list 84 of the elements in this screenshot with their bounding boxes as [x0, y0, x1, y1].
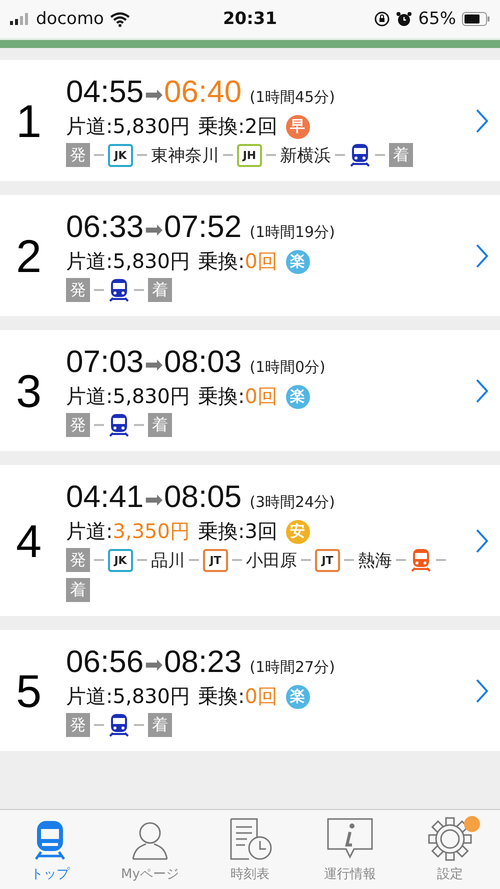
route-number: 4	[16, 514, 43, 568]
fare-amount: 5,830円	[112, 248, 190, 275]
route-card[interactable]: 1 04:55➡06:40 (1時間45分) 片道:5,830円 乗換:2回 早 発 JK 東神奈川 JH 新横浜 着	[0, 60, 500, 181]
route-badge: 楽	[286, 684, 310, 708]
route-badge: 早	[286, 114, 310, 138]
transfer-label: 乗換:	[198, 383, 245, 410]
transfer-label: 乗換:	[198, 248, 245, 275]
arrow-icon: ➡	[144, 83, 164, 108]
tab-label: トップ	[30, 866, 70, 883]
transfer-label: 乗換:	[198, 113, 245, 140]
terminal-label: 着	[148, 278, 172, 302]
route-card[interactable]: 5 06:56➡08:23 (1時間27分) 片道:5,830円 乗換:0回 楽 発 着	[0, 630, 500, 751]
transfer-label: 乗換:	[198, 683, 245, 710]
terminal-label: 発	[66, 713, 90, 737]
terminal-label: 発	[66, 548, 90, 572]
transfer-count: 0回	[244, 683, 278, 710]
transfer-count: 0回	[244, 248, 278, 275]
duration: (1時間19分)	[250, 223, 335, 242]
route-card[interactable]: 3 07:03➡08:03 (1時間0分) 片道:5,830円 乗換:0回 楽 発 着	[0, 330, 500, 451]
duration: (3時間24分)	[250, 493, 335, 512]
tab-label: 設定	[437, 866, 463, 883]
departure-time: 06:56	[66, 644, 144, 680]
fare-label: 片道:	[66, 113, 113, 140]
terminal-label: 発	[66, 413, 90, 437]
station-name: 品川	[151, 550, 185, 572]
duration: (1時間27分)	[250, 658, 335, 677]
line-badge: JT	[203, 548, 228, 572]
duration: (1時間45分)	[250, 88, 335, 107]
fare-amount: 3,350円	[112, 518, 190, 545]
departure-time: 04:41	[66, 479, 144, 515]
route-number: 2	[16, 228, 43, 282]
arrow-icon: ➡	[144, 653, 164, 678]
transfer-count: 0回	[244, 383, 278, 410]
fare-label: 片道:	[66, 518, 113, 545]
arrow-icon: ➡	[144, 218, 164, 243]
departure-time: 07:03	[66, 344, 144, 380]
carrier-name: docomo	[36, 9, 104, 29]
station-name: 新横浜	[280, 144, 331, 166]
route-card[interactable]: 4 04:41➡08:05 (3時間24分) 片道:3,350円 乗換:3回 安 発 JK 品川 JT 小田原 JT 熱海 着	[0, 465, 500, 616]
route-card[interactable]: 2 06:33➡07:52 (1時間19分) 片道:5,830円 乗換:0回 楽 発 着	[0, 195, 500, 316]
tab-label: 運行情報	[324, 866, 376, 883]
station-name: 熱海	[358, 550, 392, 572]
line-badge: JK	[108, 548, 133, 572]
arrival-time: 08:05	[164, 479, 242, 515]
station-name: 小田原	[246, 550, 297, 572]
arrival-time: 08:03	[164, 344, 242, 380]
transfer-label: 乗換:	[198, 518, 245, 545]
line-badge: JK	[108, 144, 133, 166]
terminal-label: 着	[148, 713, 172, 737]
terminal-label: 着	[389, 143, 413, 167]
arrival-time: 06:40	[164, 74, 242, 110]
route-number: 1	[16, 94, 43, 148]
route-badge: 楽	[286, 250, 310, 274]
transfer-count: 3回	[244, 518, 278, 545]
line-badge: JT	[315, 548, 340, 572]
tab-label: Myページ	[121, 866, 179, 883]
arrow-icon: ➡	[144, 488, 164, 513]
fare-amount: 5,830円	[112, 683, 190, 710]
route-badge: 楽	[286, 384, 310, 408]
tab-bar-item[interactable]: トップ	[0, 810, 100, 889]
route-badge: 安	[286, 520, 310, 544]
route-number: 5	[16, 664, 43, 718]
duration: (1時間0分)	[250, 358, 326, 377]
transfer-count: 2回	[244, 113, 278, 140]
fare-label: 片道:	[66, 383, 113, 410]
departure-time: 04:55	[66, 74, 144, 110]
arrival-time: 07:52	[164, 209, 242, 245]
terminal-label: 発	[66, 278, 90, 302]
line-badge: JH	[237, 144, 262, 166]
tab-label: 時刻表	[230, 866, 270, 883]
arrival-time: 08:23	[164, 644, 242, 680]
clock-time: 20:31	[222, 9, 278, 29]
arrow-icon: ➡	[144, 353, 164, 378]
terminal-label: 着	[148, 413, 172, 437]
terminal-label: 発	[66, 143, 90, 167]
fare-label: 片道:	[66, 248, 113, 275]
route-number: 3	[16, 364, 43, 418]
fare-amount: 5,830円	[112, 383, 190, 410]
battery-percent: 65%	[418, 9, 456, 29]
terminal-label: 着	[66, 578, 90, 602]
station-name: 東神奈川	[151, 144, 219, 166]
fare-amount: 5,830円	[112, 113, 190, 140]
fare-label: 片道:	[66, 683, 113, 710]
departure-time: 06:33	[66, 209, 144, 245]
